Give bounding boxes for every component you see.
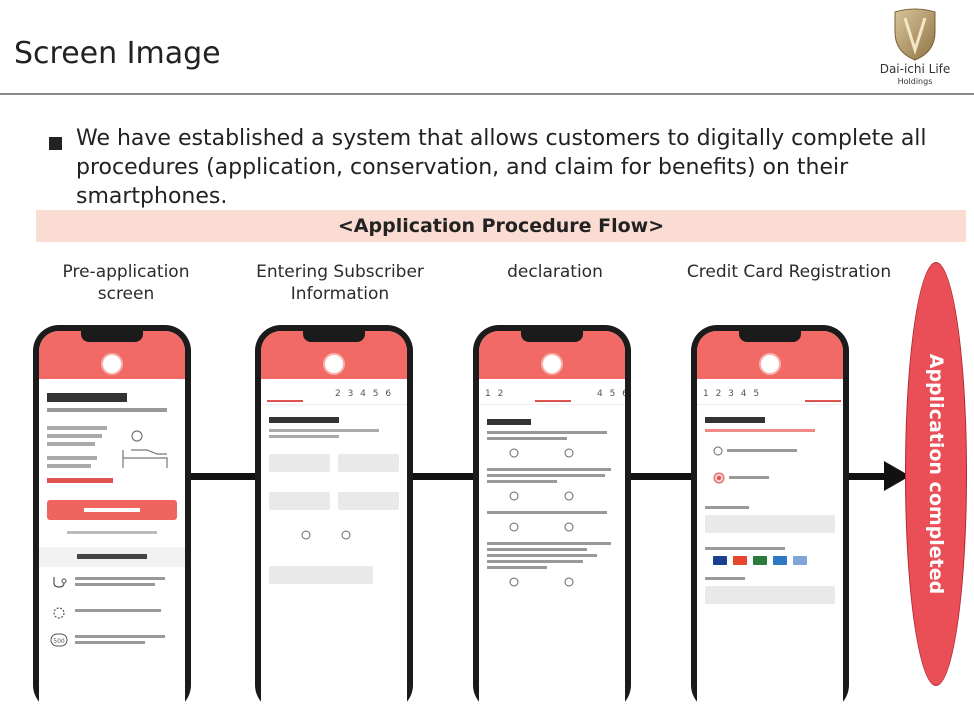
diners-icon — [793, 556, 807, 565]
progress-steps: 2 3 4 5 6 — [261, 379, 407, 405]
card-number-input[interactable] — [705, 515, 835, 533]
last-name-input[interactable] — [269, 454, 330, 472]
product-heading — [39, 379, 185, 406]
phone-credit-card: 1 2 3 4 5 — [691, 325, 849, 711]
jcb-icon — [753, 556, 767, 565]
company-logo: Dai-ichi Life Holdings — [860, 6, 970, 90]
application-completed-badge: Application completed — [905, 262, 967, 686]
phone-notch — [739, 331, 801, 342]
current-step-indicator — [535, 382, 571, 402]
visa-icon — [713, 556, 727, 565]
card-number-label — [697, 492, 843, 511]
gender-radios — [261, 510, 407, 548]
virus-icon — [53, 607, 65, 619]
bullet-text: We have established a system that allows… — [76, 126, 927, 209]
question-1-options — [479, 442, 625, 466]
svg-text:1 2: 1 2 — [485, 389, 505, 397]
step-numbers: 1 2 3 4 5 — [703, 387, 783, 400]
logo-brand-text: Dai-ichi Life — [879, 62, 951, 76]
card-brands — [697, 552, 843, 569]
flow-title: <Application Procedure Flow> — [36, 210, 966, 242]
svg-text:500: 500 — [53, 638, 65, 645]
question-4 — [479, 540, 625, 571]
amex-icon — [773, 556, 787, 565]
phone-declaration: 1 2 4 5 6 — [473, 325, 631, 711]
phone-subscriber-info: 2 3 4 5 6 — [255, 325, 413, 711]
gender-radio-male[interactable] — [301, 530, 311, 540]
phone-screen: 1 2 4 5 6 — [479, 331, 625, 711]
card-holder-input[interactable] — [705, 586, 835, 604]
header-divider — [0, 93, 974, 95]
phone-screen: 500 — [39, 331, 185, 711]
question-4-options — [479, 571, 625, 595]
card-brands-label — [697, 537, 843, 552]
step-label-credit-card: Credit Card Registration — [686, 262, 892, 282]
card-option-existing[interactable] — [697, 434, 843, 464]
kana-fields — [261, 472, 407, 510]
question-list — [479, 429, 625, 595]
phone-notch — [521, 331, 583, 342]
card-option-new[interactable] — [697, 464, 843, 492]
gender-radio-female[interactable] — [341, 530, 351, 540]
phone-pre-application: 500 — [33, 325, 191, 711]
phone-screen: 2 3 4 5 6 — [261, 331, 407, 711]
step-label-subscriber-info: Entering Subscriber Information — [256, 262, 424, 304]
step-numbers-after: 4 5 6 — [597, 387, 625, 400]
app-logo-icon — [323, 353, 345, 375]
stethoscope-icon — [53, 577, 67, 588]
question-2 — [479, 466, 625, 485]
patient-bed-icon — [122, 430, 168, 468]
svg-text:4 5 6: 4 5 6 — [597, 389, 625, 397]
product-intro — [47, 422, 177, 494]
shield-emblem-icon — [894, 8, 936, 61]
name-fields — [261, 440, 407, 472]
phone-screen: 1 2 3 4 5 — [697, 331, 843, 711]
amount-500-icon: 500 — [50, 633, 68, 647]
svg-text:2 3 4 5 6: 2 3 4 5 6 — [335, 389, 393, 397]
features-list: 500 — [39, 567, 185, 653]
birthdate-select[interactable] — [269, 566, 373, 584]
question-3-options — [479, 516, 625, 540]
application-completed-label: Application completed — [925, 353, 947, 595]
question-2-options — [479, 485, 625, 509]
question-3 — [479, 509, 625, 516]
form-heading — [261, 405, 407, 427]
step-label-declaration: declaration — [507, 262, 603, 282]
apply-button[interactable] — [47, 500, 177, 520]
features-heading — [39, 547, 185, 567]
svg-text:1 2 3 4 5: 1 2 3 4 5 — [703, 389, 761, 397]
first-name-kana-input[interactable] — [338, 492, 399, 510]
app-logo-icon — [759, 353, 781, 375]
app-logo-icon — [101, 353, 123, 375]
form-intro — [261, 427, 407, 440]
card-holder-label — [697, 569, 843, 582]
card-notice — [697, 427, 843, 434]
current-step-indicator — [805, 382, 841, 402]
page-title: Screen Image — [14, 36, 221, 71]
progress-steps: 1 2 4 5 6 — [479, 379, 625, 405]
current-step-indicator — [267, 382, 303, 402]
progress-steps: 1 2 3 4 5 — [697, 379, 843, 405]
step-numbers: 1 2 — [485, 387, 515, 400]
first-name-input[interactable] — [338, 454, 399, 472]
step-label-pre-application: Pre-application screen — [62, 262, 190, 304]
phone-notch — [81, 331, 143, 342]
card-heading — [697, 405, 843, 427]
product-subtext — [39, 406, 185, 414]
question-1 — [479, 429, 625, 442]
bullet-square-icon — [49, 137, 62, 150]
mastercard-icon — [733, 556, 747, 565]
phone-notch — [303, 331, 365, 342]
last-name-kana-input[interactable] — [269, 492, 330, 510]
logo-sub-text: Holdings — [897, 77, 933, 86]
step-numbers: 2 3 4 5 6 — [335, 387, 405, 400]
declaration-heading — [479, 405, 625, 429]
app-logo-icon — [541, 353, 563, 375]
apply-note — [39, 526, 185, 539]
